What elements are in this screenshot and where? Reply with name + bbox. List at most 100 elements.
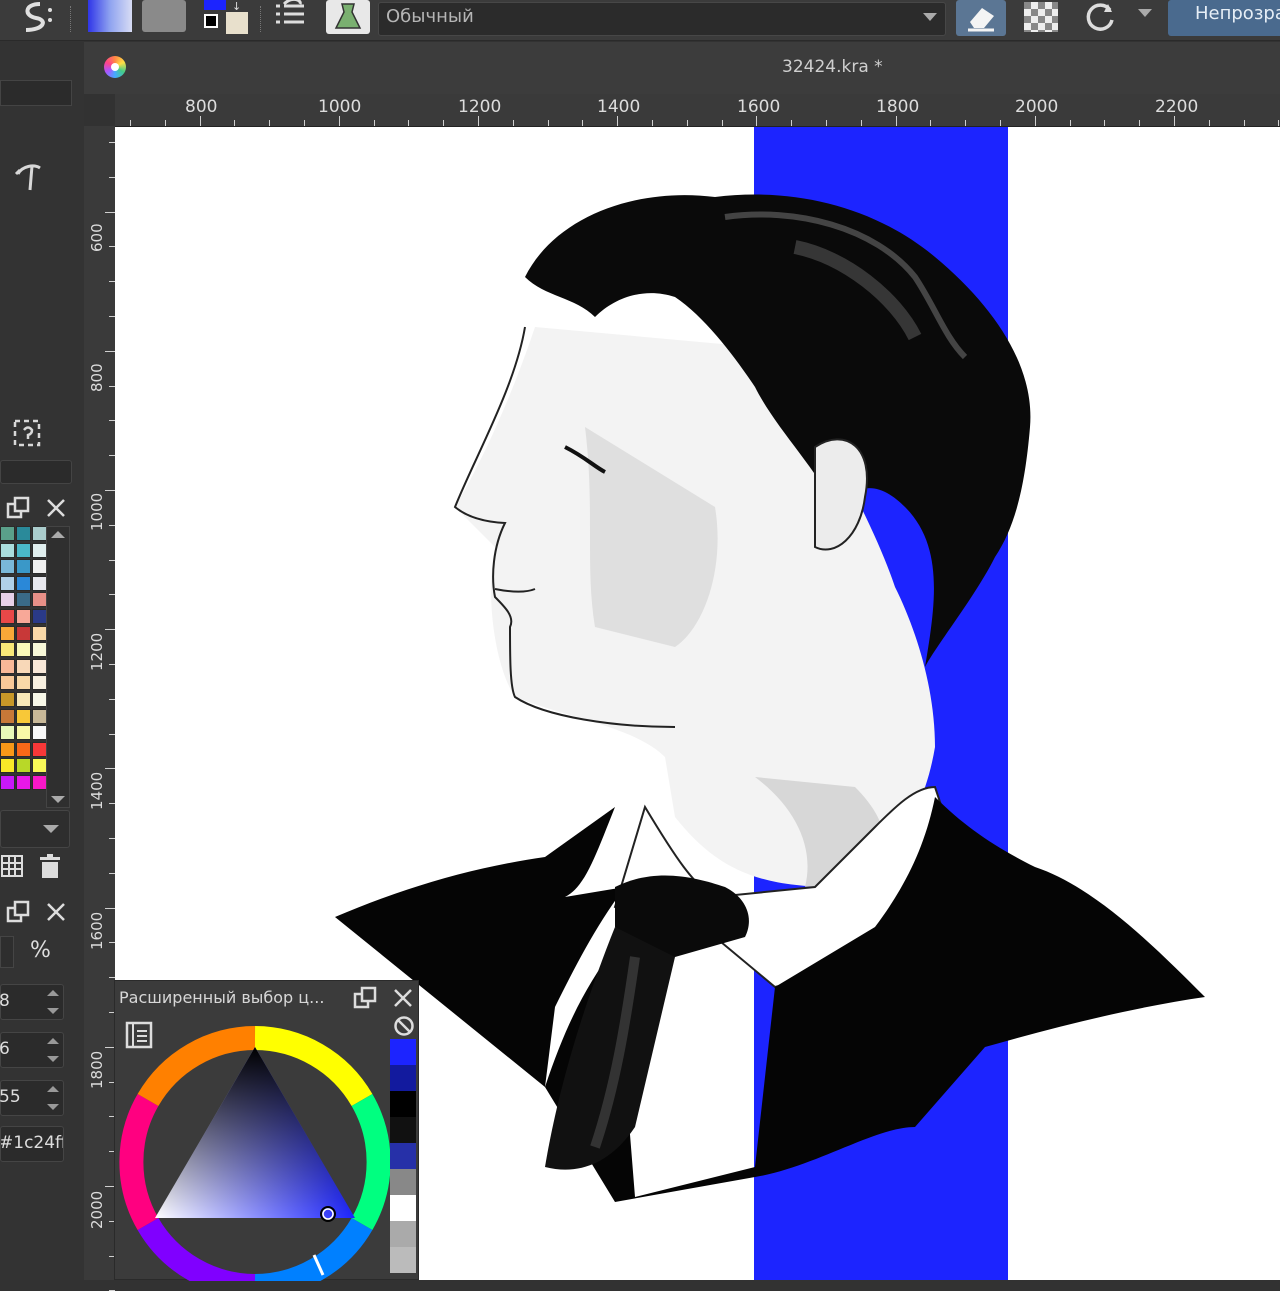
palette-swatch[interactable]	[16, 708, 31, 724]
history-color-swatch[interactable]	[390, 1091, 416, 1117]
pattern-preset-swatch[interactable]	[142, 0, 186, 32]
foreground-color-swatch[interactable]	[204, 0, 226, 10]
grid-icon[interactable]	[0, 854, 24, 878]
blending-mode-dropdown[interactable]: Обычный	[378, 2, 946, 36]
palette-swatch[interactable]	[32, 758, 46, 774]
history-color-swatch[interactable]	[390, 1117, 416, 1143]
palette-swatch[interactable]	[16, 642, 31, 658]
brush-settings-icon[interactable]	[272, 0, 308, 32]
palette-swatch[interactable]	[0, 642, 15, 658]
palette-swatch[interactable]	[16, 609, 31, 624]
history-color-swatch[interactable]	[390, 1169, 416, 1195]
preserve-alpha-icon[interactable]	[1024, 2, 1058, 32]
palette-swatch[interactable]	[0, 675, 15, 691]
close-docker-icon[interactable]	[44, 496, 68, 520]
palette-swatch[interactable]	[16, 592, 31, 608]
clear-history-icon[interactable]	[393, 1015, 415, 1037]
hex-color-input[interactable]: #1c24ff	[0, 1126, 64, 1162]
spin-down-icon[interactable]	[47, 1104, 59, 1110]
selection-tool-icon[interactable]	[12, 418, 44, 450]
palette-swatch[interactable]	[16, 775, 31, 790]
color-wheel-triangle[interactable]	[118, 1025, 392, 1281]
palette-swatch[interactable]	[0, 692, 15, 707]
eraser-mode-button[interactable]	[956, 0, 1006, 36]
palette-swatch[interactable]	[16, 725, 31, 741]
history-color-swatch[interactable]	[390, 1247, 416, 1273]
trash-icon[interactable]	[38, 854, 62, 880]
spin-box-1[interactable]: 8	[0, 984, 64, 1020]
spin-box-partial[interactable]	[0, 936, 14, 968]
palette-swatch[interactable]	[0, 725, 15, 741]
palette-swatch[interactable]	[16, 675, 31, 691]
background-color-swatch[interactable]	[226, 12, 248, 34]
palette-swatch[interactable]	[32, 592, 46, 608]
scroll-up-icon[interactable]	[51, 531, 65, 538]
scroll-down-icon[interactable]	[51, 796, 65, 803]
palette-swatch[interactable]	[0, 625, 15, 641]
palette-swatch[interactable]	[0, 592, 15, 608]
palette-swatch[interactable]	[32, 692, 46, 707]
gradient-preset-swatch[interactable]	[88, 0, 132, 32]
history-color-swatch[interactable]	[390, 1143, 416, 1169]
close-docker-icon-2[interactable]	[44, 900, 68, 924]
palette-swatch[interactable]	[32, 658, 46, 674]
chevron-down-icon[interactable]	[1138, 9, 1152, 17]
palette-swatch[interactable]	[16, 575, 31, 591]
palette-swatch[interactable]	[0, 708, 15, 724]
palette-scrollbar[interactable]	[46, 526, 70, 808]
spin-box-3[interactable]: 55	[0, 1080, 64, 1116]
palette-swatch[interactable]	[32, 741, 46, 757]
swap-colors-icon[interactable]: ↓	[232, 0, 241, 13]
palette-swatch[interactable]	[32, 642, 46, 658]
palette-swatch[interactable]	[16, 559, 31, 575]
spin-down-icon[interactable]	[47, 1008, 59, 1014]
palette-swatch[interactable]	[32, 559, 46, 575]
palette-swatch[interactable]	[0, 575, 15, 591]
float-docker-icon[interactable]	[6, 496, 30, 520]
palette-swatch[interactable]	[0, 609, 15, 624]
palette-swatch[interactable]	[0, 658, 15, 674]
history-color-swatch[interactable]	[390, 1039, 416, 1065]
spin-down-icon[interactable]	[47, 1056, 59, 1062]
spin-box-2[interactable]: 6	[0, 1032, 64, 1068]
palette-swatch[interactable]	[16, 758, 31, 774]
palette-swatch[interactable]	[32, 609, 46, 624]
palette-swatch[interactable]	[0, 542, 15, 558]
float-docker-icon[interactable]	[353, 986, 377, 1010]
brush-preset-icon[interactable]	[18, 0, 54, 34]
palette-swatch[interactable]	[0, 741, 15, 757]
history-color-swatch[interactable]	[390, 1065, 416, 1091]
history-color-swatch[interactable]	[390, 1221, 416, 1247]
palette-swatch[interactable]	[32, 775, 46, 790]
spin-up-icon[interactable]	[47, 1038, 59, 1044]
palette-swatch[interactable]	[32, 708, 46, 724]
spin-up-icon[interactable]	[47, 1086, 59, 1092]
wrap-around-icon[interactable]	[1082, 0, 1118, 34]
default-colors-icon[interactable]	[204, 14, 218, 28]
palette-select-dropdown[interactable]	[0, 810, 70, 848]
palette-swatch[interactable]	[16, 658, 31, 674]
palette-swatch[interactable]	[0, 526, 15, 541]
color-history-strip[interactable]	[390, 1039, 418, 1281]
palette-swatch[interactable]	[0, 559, 15, 575]
spin-up-icon[interactable]	[47, 990, 59, 996]
palette-swatch[interactable]	[0, 775, 15, 790]
palette-swatch[interactable]	[32, 526, 46, 541]
palette-swatch[interactable]	[32, 575, 46, 591]
float-docker-icon-2[interactable]	[6, 900, 30, 924]
opacity-slider[interactable]: Непрозра	[1168, 0, 1280, 36]
palette-swatch-grid[interactable]	[0, 526, 46, 792]
palette-swatch[interactable]	[32, 542, 46, 558]
palette-swatch[interactable]	[16, 526, 31, 541]
palette-swatch[interactable]	[16, 692, 31, 707]
close-docker-icon[interactable]	[391, 986, 415, 1010]
smart-patch-tool-icon[interactable]	[12, 160, 46, 196]
palette-swatch[interactable]	[32, 675, 46, 691]
docker-filter-field[interactable]	[0, 460, 72, 484]
palette-swatch[interactable]	[0, 758, 15, 774]
palette-swatch[interactable]	[16, 542, 31, 558]
palette-swatch[interactable]	[16, 741, 31, 757]
document-tab-title[interactable]: 32424.kra *	[782, 57, 883, 77]
history-color-swatch[interactable]	[390, 1195, 416, 1221]
palette-swatch[interactable]	[32, 725, 46, 741]
